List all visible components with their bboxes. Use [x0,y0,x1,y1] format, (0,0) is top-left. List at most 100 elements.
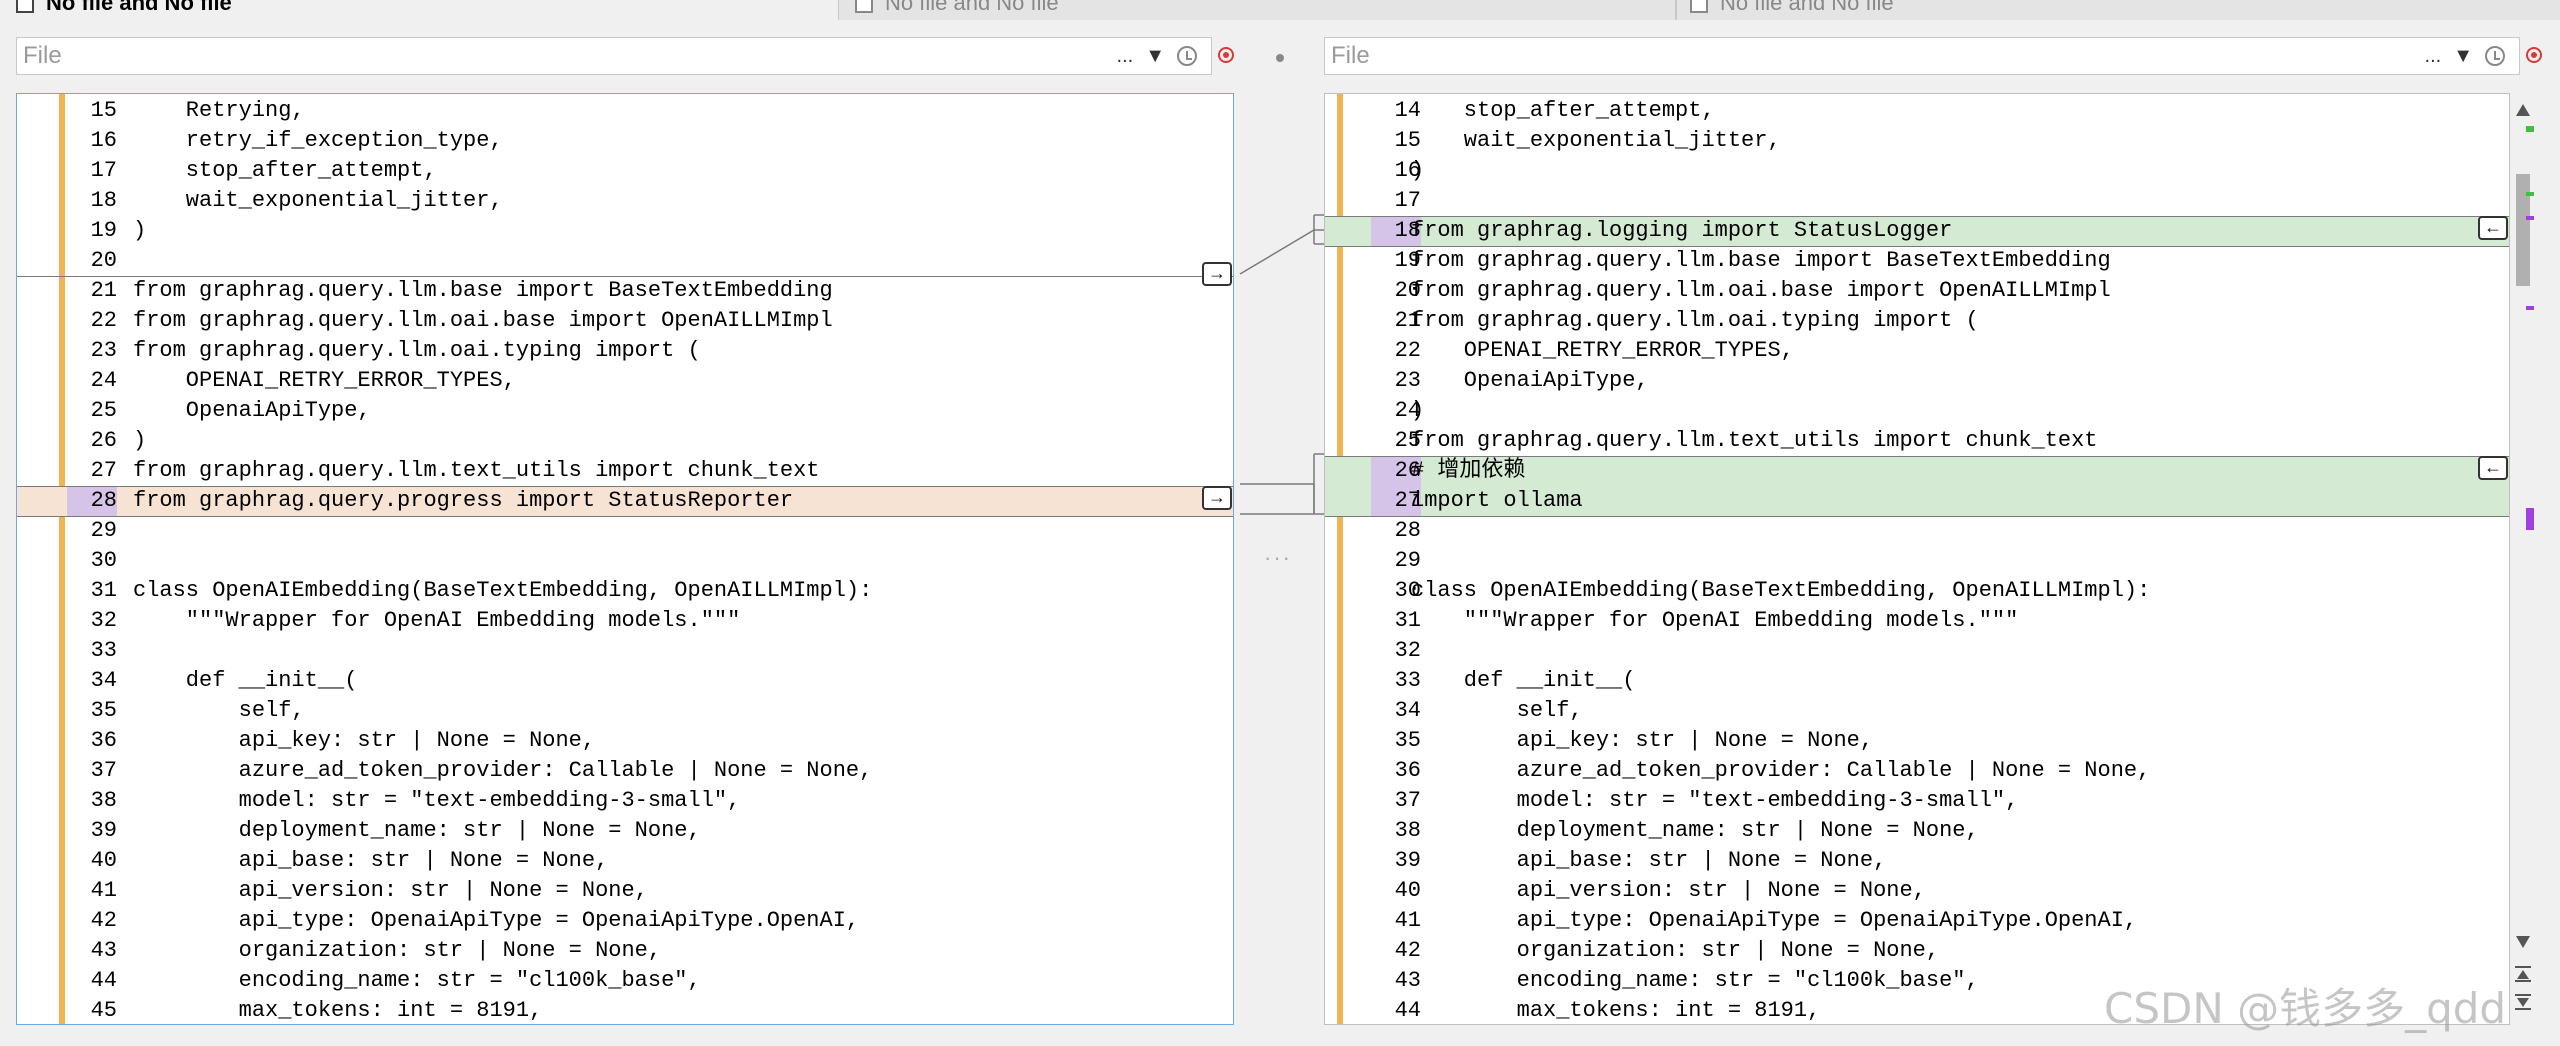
chevron-down-icon[interactable]: ▼ [2453,45,2473,68]
diff-boundary [17,486,1233,487]
code-line: 20 [17,246,1233,276]
code-line: 26) [17,426,1233,456]
code-line: 34 def __init__( [17,666,1233,696]
left-file-input[interactable] [17,38,1117,74]
line-number: 36 [90,728,117,753]
tab-checkbox[interactable] [16,0,34,13]
code-line: 17 stop_after_attempt, [17,156,1233,186]
line-number: 24 [90,368,117,393]
line-number: 17 [90,158,117,183]
tab-3[interactable]: No file and No file [1690,0,1894,20]
code-text: api_version: str | None = None, [1411,878,1926,903]
left-browse-button[interactable]: ... [1117,45,1134,68]
code-text: class OpenAIEmbedding(BaseTextEmbedding,… [133,578,873,603]
code-line: 44 encoding_name: str = "cl100k_base", [17,966,1233,996]
code-line: 15 wait_exponential_jitter, [1325,126,2509,156]
code-line: 30 class OpenAIEmbedding(BaseTextEmbeddin… [1325,576,2509,606]
chevron-down-icon[interactable]: ▼ [1145,45,1165,68]
tab-2[interactable]: No file and No file [855,0,1059,20]
code-line: 27 from graphrag.query.llm.text_utils imp… [17,456,1233,486]
code-text: self, [1411,698,1583,723]
line-number: 21 [90,278,117,303]
history-icon[interactable] [1177,46,1197,66]
code-text: organization: str | None = None, [1411,938,1940,963]
right-editor-pane[interactable]: 14 stop_after_attempt, 15 wait_exponentia… [1324,93,2510,1025]
code-line: 17 [1325,186,2509,216]
code-text: from graphrag.query.llm.base import Base… [133,278,833,303]
code-text: class OpenAIEmbedding(BaseTextEmbedding,… [1411,578,2151,603]
line-number: 17 [1394,188,1421,213]
code-line: 19) [17,216,1233,246]
stop-icon[interactable] [1218,47,1234,63]
code-text: # 增加依赖 [1411,458,1526,483]
tab-checkbox[interactable] [1690,0,1708,13]
code-text: from graphrag.query.llm.oai.typing impor… [1411,308,1979,333]
line-number: 35 [90,698,117,723]
code-line: 42 organization: str | None = None, [1325,936,2509,966]
code-text: retry_if_exception_type, [133,128,503,153]
code-text: model: str = "text-embedding-3-small", [133,788,741,813]
code-line: 23 OpenaiApiType, [1325,366,2509,396]
code-text: ) [133,218,147,243]
code-text: api_type: OpenaiApiType = OpenaiApiType.… [1411,908,2138,933]
scroll-up-icon[interactable] [2516,104,2530,116]
tab-1[interactable]: No file and No file [16,0,232,20]
code-text: api_base: str | None = None, [1411,848,1887,873]
code-line: 42 api_type: OpenaiApiType = OpenaiApiTy… [17,906,1233,936]
splitter-handle[interactable]: ··· [1264,545,1292,571]
code-text: from graphrag.query.llm.oai.base import … [1411,278,2111,303]
right-overview-bar[interactable] [2512,96,2534,1022]
diff-boundary [17,276,1233,277]
right-file-input[interactable] [1325,38,2425,74]
code-line: 32 [1325,636,2509,666]
code-line: 28 from graphrag.query.progress import St… [17,486,1233,516]
code-text: self, [133,698,305,723]
code-text: api_key: str | None = None, [133,728,596,753]
goto-bottom-icon[interactable] [2515,994,2531,1012]
code-text: deployment_name: str | None = None, [133,818,701,843]
code-line: 40 api_version: str | None = None, [1325,876,2509,906]
code-text: api_type: OpenaiApiType = OpenaiApiType.… [133,908,860,933]
diff-boundary [1325,216,2509,217]
line-number: 45 [90,998,117,1023]
separator-dot [1276,54,1284,62]
goto-top-icon[interactable] [2515,966,2531,984]
copy-to-right-button[interactable]: → [1202,486,1232,510]
code-line: 41 api_version: str | None = None, [17,876,1233,906]
code-line: 30 [17,546,1233,576]
line-number: 32 [90,608,117,633]
diff-marker [2526,306,2534,310]
tab-checkbox[interactable] [855,0,873,13]
code-line: 39 api_base: str | None = None, [1325,846,2509,876]
right-file-field: ... ▼ [1324,37,2520,75]
line-number: 16 [90,128,117,153]
code-text: from graphrag.query.llm.base import Base… [1411,248,2111,273]
line-number: 26 [90,428,117,453]
line-number: 15 [90,98,117,123]
code-text: stop_after_attempt, [133,158,437,183]
code-text: model: str = "text-embedding-3-small", [1411,788,2019,813]
left-editor-pane[interactable]: 15 Retrying, 16 retry_if_exception_type, 1… [16,93,1234,1025]
stop-icon[interactable] [2526,47,2542,63]
code-line: 14 stop_after_attempt, [1325,96,2509,126]
code-text: import ollama [1411,488,1583,513]
code-text: from graphrag.query.llm.oai.base import … [133,308,833,333]
code-text: wait_exponential_jitter, [133,188,503,213]
code-text: encoding_name: str = "cl100k_base", [133,968,701,993]
code-text: ) [133,428,147,453]
copy-to-left-button[interactable]: ← [2478,456,2508,480]
copy-to-right-button[interactable]: → [1202,262,1232,286]
code-text: api_key: str | None = None, [1411,728,1874,753]
code-line: 25 OpenaiApiType, [17,396,1233,426]
line-number: 40 [90,848,117,873]
code-line: 31 class OpenAIEmbedding(BaseTextEmbeddin… [17,576,1233,606]
line-number: 18 [90,188,117,213]
scroll-thumb[interactable] [2516,174,2530,286]
code-text: azure_ad_token_provider: Callable | None… [1411,758,2151,783]
copy-to-left-button[interactable]: ← [2478,216,2508,240]
code-text: from graphrag.query.llm.text_utils impor… [1411,428,2098,453]
right-browse-button[interactable]: ... [2425,45,2442,68]
code-text: encoding_name: str = "cl100k_base", [1411,968,1979,993]
history-icon[interactable] [2485,46,2505,66]
scroll-down-icon[interactable] [2516,936,2530,948]
